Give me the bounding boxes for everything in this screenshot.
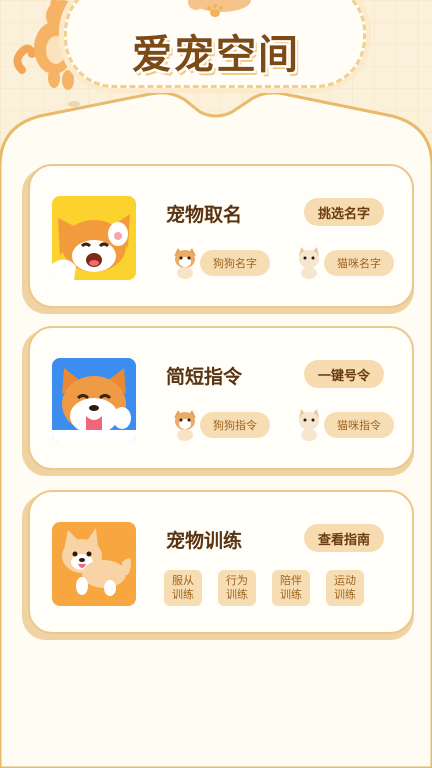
card-short-commands[interactable]: 简短指令 一键号令 狗狗指令 猫咪指令	[28, 326, 414, 470]
cat-icon	[299, 247, 319, 279]
pick-name-button[interactable]: 挑选名字	[304, 198, 384, 226]
dog-commands-chip[interactable]: 狗狗指令	[200, 412, 270, 438]
dog-names-chip[interactable]: 狗狗名字	[200, 250, 270, 276]
training-tag-behavior[interactable]: 行为 训练	[218, 570, 256, 606]
short-commands-icon	[52, 358, 136, 442]
card-title: 宠物训练	[166, 530, 243, 552]
card-pet-training[interactable]: 宠物训练 查看指南 服从 训练 行为 训练 陪伴 训练 运动 训练	[28, 490, 414, 634]
training-tag-exercise[interactable]: 运动 训练	[326, 570, 364, 606]
cat-icon	[299, 409, 319, 441]
pet-training-icon	[52, 522, 136, 606]
command-button[interactable]: 一键号令	[304, 360, 384, 388]
pet-naming-icon	[52, 196, 136, 280]
training-tag-obedience[interactable]: 服从 训练	[164, 570, 202, 606]
cat-commands-chip[interactable]: 猫咪指令	[324, 412, 394, 438]
paw-icon	[207, 4, 223, 17]
card-title: 简短指令	[166, 366, 243, 388]
training-tag-companion[interactable]: 陪伴 训练	[272, 570, 310, 606]
cat-names-chip[interactable]: 猫咪名字	[324, 250, 394, 276]
card-title: 宠物取名	[166, 204, 243, 226]
card-pet-naming[interactable]: 宠物取名 挑选名字 狗狗名字 猫咪名字	[28, 164, 414, 308]
dog-icon	[174, 248, 196, 279]
page-title: 爱宠空间	[132, 32, 300, 78]
dog-icon	[174, 410, 196, 441]
view-guide-button[interactable]: 查看指南	[304, 524, 384, 552]
